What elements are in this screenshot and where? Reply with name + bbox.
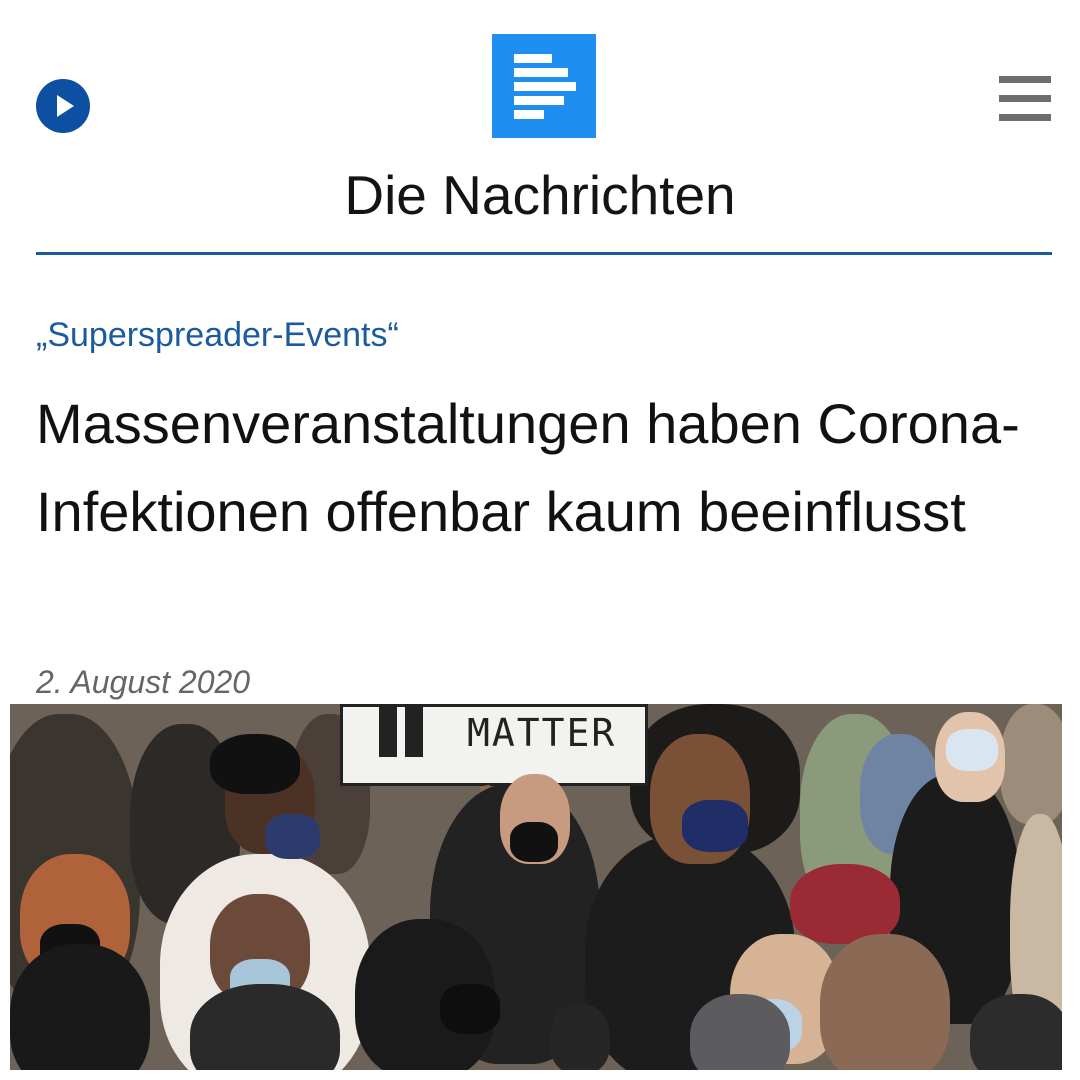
article-photo[interactable]: MATTER: [10, 704, 1062, 1070]
article-headline[interactable]: Massenveranstaltungen haben Corona-Infek…: [36, 380, 1036, 556]
protest-sign: MATTER: [340, 704, 648, 786]
article-kicker: „Superspreader-Events“: [36, 316, 399, 354]
header-divider: [36, 252, 1052, 255]
site-title[interactable]: Die Nachrichten: [0, 160, 1080, 230]
hamburger-menu-icon[interactable]: [999, 76, 1051, 122]
document-logo-icon[interactable]: [492, 34, 596, 138]
play-audio-button[interactable]: [36, 79, 90, 133]
article-date: 2. August 2020: [36, 664, 251, 700]
sign-text: MATTER: [467, 711, 617, 755]
